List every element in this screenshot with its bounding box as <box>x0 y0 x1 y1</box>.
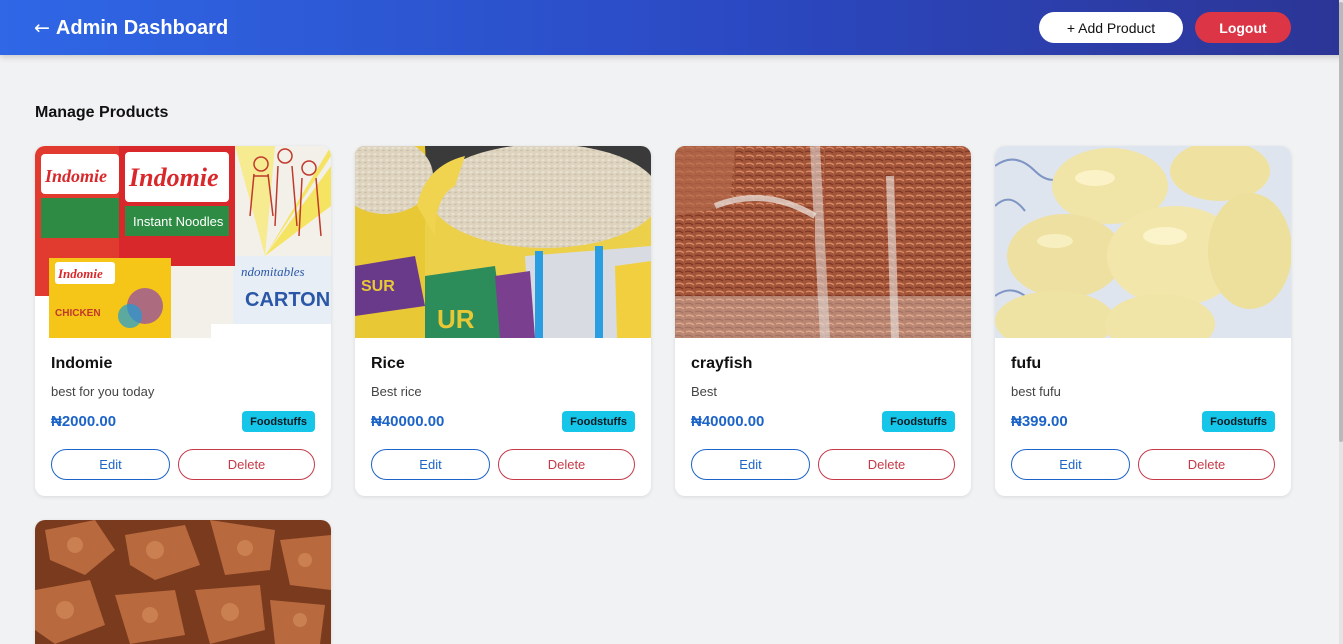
svg-text:Indomie: Indomie <box>57 266 103 281</box>
product-name: Indomie <box>51 355 113 372</box>
product-description: best for you today <box>51 384 155 399</box>
product-name: crayfish <box>691 355 753 372</box>
product-card <box>35 520 331 644</box>
category-badge: Foodstuffs <box>242 411 315 432</box>
edit-button[interactable]: Edit <box>691 449 810 480</box>
edit-button[interactable]: Edit <box>51 449 170 480</box>
delete-button[interactable]: Delete <box>1138 449 1275 480</box>
svg-text:CHICKEN: CHICKEN <box>55 308 101 319</box>
back-to-dashboard-link[interactable]: ← Admin Dashboard <box>34 14 228 42</box>
product-description: Best <box>691 384 718 399</box>
product-image <box>995 146 1291 338</box>
product-description: Best rice <box>371 384 422 399</box>
svg-text:Instant Noodles: Instant Noodles <box>133 214 224 229</box>
product-card: SUR UR Rice Best rice ₦40000.00 Foodstuf… <box>355 146 651 496</box>
category-badge: Foodstuffs <box>882 411 955 432</box>
product-card: crayfish Best ₦40000.00 Foodstuffs Edit … <box>675 146 971 496</box>
svg-text:SUR: SUR <box>361 278 395 295</box>
scrollbar-thumb[interactable] <box>1339 2 1343 442</box>
logout-button[interactable]: Logout <box>1195 12 1291 43</box>
product-price: ₦2000.00 <box>51 413 117 430</box>
page-scrollbar[interactable] <box>1339 0 1343 644</box>
svg-text:CARTON: CARTON <box>245 289 330 311</box>
svg-text:Indomie: Indomie <box>128 163 219 192</box>
product-image: SUR UR <box>355 146 651 338</box>
category-badge: Foodstuffs <box>562 411 635 432</box>
product-image <box>35 520 331 644</box>
product-name: Rice <box>371 355 405 372</box>
product-image <box>675 146 971 338</box>
delete-button[interactable]: Delete <box>818 449 955 480</box>
product-name: fufu <box>1011 355 1042 372</box>
delete-button[interactable]: Delete <box>178 449 315 480</box>
product-card: fufu best fufu ₦399.00 Foodstuffs Edit D… <box>995 146 1291 496</box>
svg-text:Indomie: Indomie <box>44 166 107 186</box>
edit-button[interactable]: Edit <box>371 449 490 480</box>
back-arrow-icon: ← <box>34 17 50 39</box>
edit-button[interactable]: Edit <box>1011 449 1130 480</box>
product-description: best fufu <box>1011 384 1061 399</box>
product-card: CARTON ndomitables Indomie Indomie Insta… <box>35 146 331 496</box>
category-badge: Foodstuffs <box>1202 411 1275 432</box>
product-price: ₦40000.00 <box>371 413 445 430</box>
delete-button[interactable]: Delete <box>498 449 635 480</box>
svg-text:UR: UR <box>437 304 475 334</box>
svg-text:ndomitables: ndomitables <box>241 264 305 279</box>
page-title: Admin Dashboard <box>55 16 229 39</box>
product-price: ₦40000.00 <box>691 413 765 430</box>
section-title: Manage Products <box>35 104 169 121</box>
add-product-button[interactable]: + Add Product <box>1039 12 1183 43</box>
product-image: CARTON ndomitables Indomie Indomie Insta… <box>35 146 331 338</box>
top-navbar: ← Admin Dashboard + Add Product Logout <box>0 0 1343 55</box>
product-price: ₦399.00 <box>1011 413 1068 430</box>
